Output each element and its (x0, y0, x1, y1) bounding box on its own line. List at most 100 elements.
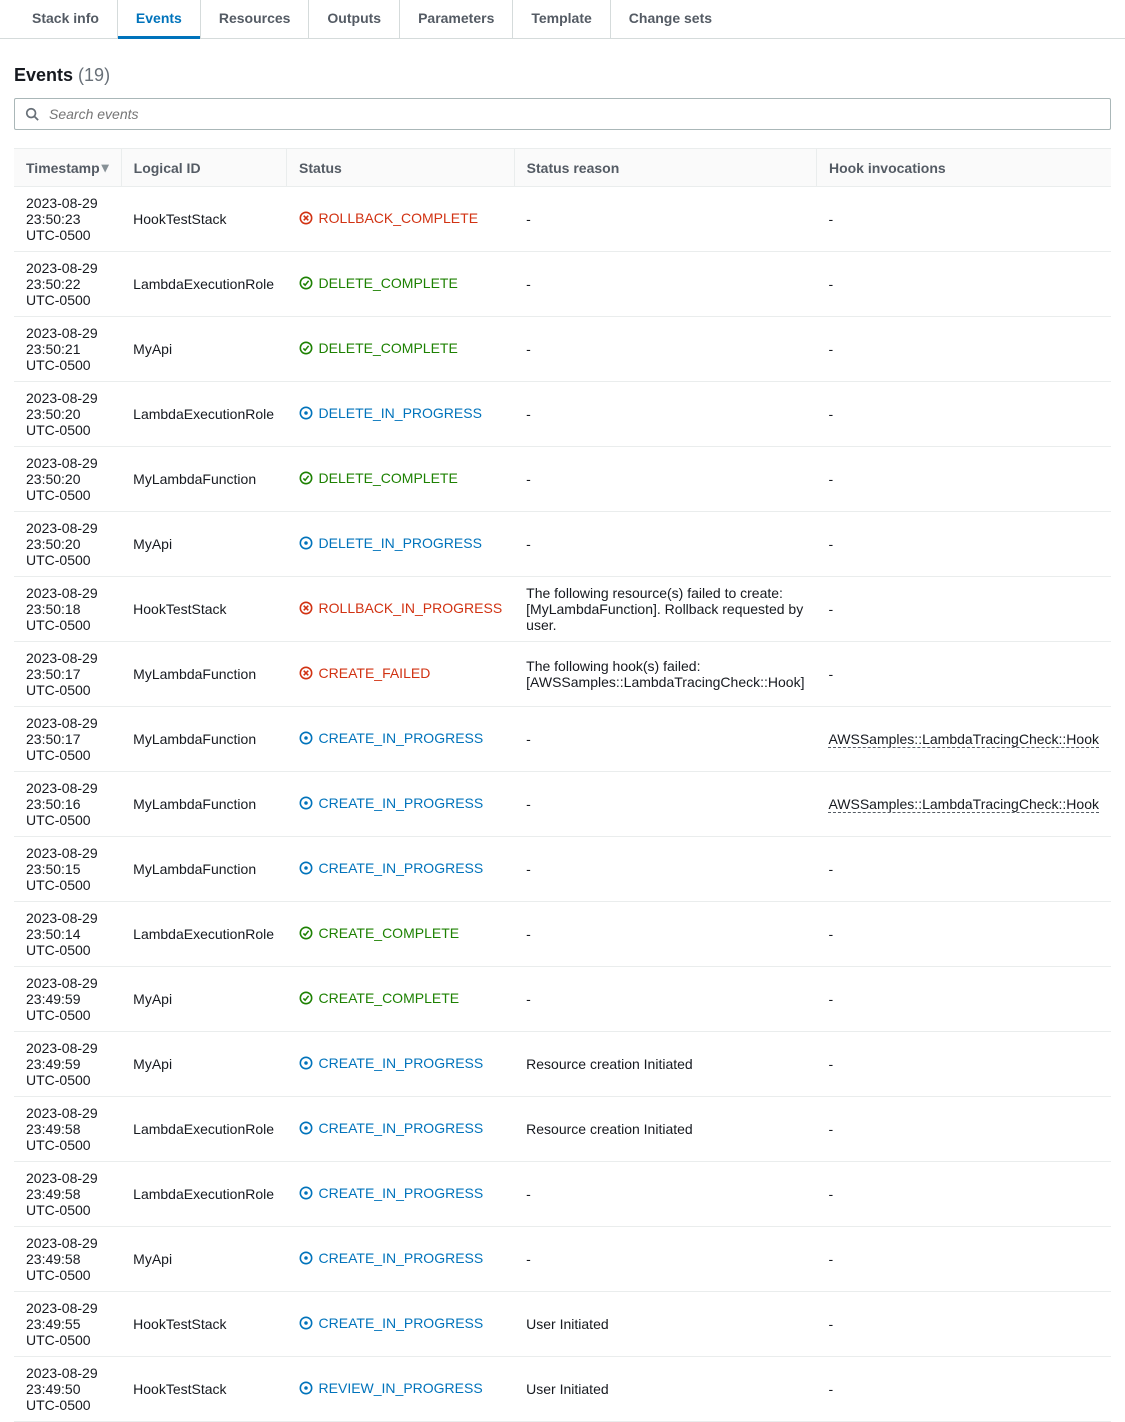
status-text: ROLLBACK_COMPLETE (319, 210, 479, 226)
status-badge: CREATE_IN_PROGRESS (299, 1120, 484, 1136)
progress-icon (299, 796, 313, 810)
col-header-status[interactable]: Status (287, 149, 515, 187)
cell-timestamp: 2023-08-29 23:49:59 UTC-0500 (14, 1032, 121, 1097)
table-row: 2023-08-29 23:50:20 UTC-0500MyApiDELETE_… (14, 512, 1111, 577)
status-text: REVIEW_IN_PROGRESS (319, 1380, 483, 1396)
cell-timestamp: 2023-08-29 23:49:59 UTC-0500 (14, 967, 121, 1032)
status-badge: DELETE_IN_PROGRESS (299, 535, 482, 551)
cell-status-reason: The following resource(s) failed to crea… (514, 577, 816, 642)
status-badge: CREATE_IN_PROGRESS (299, 1185, 484, 1201)
progress-icon (299, 1121, 313, 1135)
status-badge: CREATE_IN_PROGRESS (299, 1055, 484, 1071)
success-icon (299, 341, 313, 355)
progress-icon (299, 1381, 313, 1395)
status-badge: CREATE_IN_PROGRESS (299, 795, 484, 811)
tab-resources[interactable]: Resources (201, 0, 310, 38)
tab-outputs[interactable]: Outputs (309, 0, 400, 38)
status-badge: DELETE_COMPLETE (299, 340, 458, 356)
table-row: 2023-08-29 23:50:15 UTC-0500MyLambdaFunc… (14, 837, 1111, 902)
table-row: 2023-08-29 23:49:59 UTC-0500MyApiCREATE_… (14, 967, 1111, 1032)
cell-status-reason: - (514, 382, 816, 447)
cell-timestamp: 2023-08-29 23:49:58 UTC-0500 (14, 1097, 121, 1162)
tab-template[interactable]: Template (513, 0, 610, 38)
cell-status: CREATE_IN_PROGRESS (287, 1162, 515, 1227)
events-table: Timestamp ▾ Logical ID Status Status rea… (14, 148, 1111, 1422)
progress-icon (299, 731, 313, 745)
cell-logical-id: MyLambdaFunction (121, 772, 286, 837)
col-header-hooks[interactable]: Hook invocations (816, 149, 1111, 187)
panel-title-text: Events (14, 65, 73, 85)
status-badge: CREATE_IN_PROGRESS (299, 1315, 484, 1331)
status-badge: DELETE_COMPLETE (299, 275, 458, 291)
cell-status-reason: - (514, 772, 816, 837)
cell-status-reason: Resource creation Initiated (514, 1032, 816, 1097)
status-text: CREATE_IN_PROGRESS (319, 1250, 484, 1266)
progress-icon (299, 1251, 313, 1265)
cell-hook: - (816, 447, 1111, 512)
col-header-logical-id[interactable]: Logical ID (121, 149, 286, 187)
table-row: 2023-08-29 23:49:50 UTC-0500HookTestStac… (14, 1357, 1111, 1422)
progress-icon (299, 1316, 313, 1330)
table-row: 2023-08-29 23:50:22 UTC-0500LambdaExecut… (14, 252, 1111, 317)
cell-hook: - (816, 837, 1111, 902)
hook-link[interactable]: AWSSamples::LambdaTracingCheck::Hook (828, 731, 1099, 748)
table-header-row: Timestamp ▾ Logical ID Status Status rea… (14, 149, 1111, 187)
cell-hook: - (816, 382, 1111, 447)
tab-change-sets[interactable]: Change sets (611, 0, 730, 38)
panel-title: Events (19) (14, 65, 1111, 86)
cell-hook: - (816, 1162, 1111, 1227)
hook-link[interactable]: AWSSamples::LambdaTracingCheck::Hook (828, 796, 1099, 813)
status-badge: DELETE_IN_PROGRESS (299, 405, 482, 421)
status-badge: ROLLBACK_IN_PROGRESS (299, 600, 503, 616)
cell-logical-id: HookTestStack (121, 187, 286, 252)
cell-status: DELETE_COMPLETE (287, 317, 515, 382)
cell-hook: - (816, 512, 1111, 577)
cell-status: ROLLBACK_COMPLETE (287, 187, 515, 252)
cell-logical-id: HookTestStack (121, 577, 286, 642)
cell-timestamp: 2023-08-29 23:50:18 UTC-0500 (14, 577, 121, 642)
col-header-status-reason[interactable]: Status reason (514, 149, 816, 187)
cell-status-reason: User Initiated (514, 1292, 816, 1357)
tab-events[interactable]: Events (118, 0, 201, 38)
cell-logical-id: LambdaExecutionRole (121, 382, 286, 447)
cell-logical-id: HookTestStack (121, 1357, 286, 1422)
sort-desc-icon[interactable]: ▾ (102, 159, 109, 176)
cell-hook: - (816, 317, 1111, 382)
cell-status-reason: - (514, 902, 816, 967)
status-text: CREATE_COMPLETE (319, 990, 460, 1006)
tab-parameters[interactable]: Parameters (400, 0, 513, 38)
status-badge: CREATE_IN_PROGRESS (299, 1250, 484, 1266)
cell-hook: - (816, 1032, 1111, 1097)
table-row: 2023-08-29 23:49:58 UTC-0500LambdaExecut… (14, 1162, 1111, 1227)
search-input[interactable] (47, 105, 1100, 123)
cell-hook: - (816, 252, 1111, 317)
table-row: 2023-08-29 23:50:14 UTC-0500LambdaExecut… (14, 902, 1111, 967)
status-text: CREATE_IN_PROGRESS (319, 1185, 484, 1201)
cell-status: CREATE_IN_PROGRESS (287, 1292, 515, 1357)
events-panel: Events (19) Timestamp ▾ Logical ID Statu… (0, 39, 1125, 1422)
cell-logical-id: MyApi (121, 1227, 286, 1292)
cell-status: CREATE_IN_PROGRESS (287, 1227, 515, 1292)
cell-status-reason: - (514, 967, 816, 1032)
cell-status-reason: User Initiated (514, 1357, 816, 1422)
search-container[interactable] (14, 98, 1111, 130)
success-icon (299, 471, 313, 485)
status-text: CREATE_IN_PROGRESS (319, 860, 484, 876)
cell-status: DELETE_IN_PROGRESS (287, 512, 515, 577)
col-header-timestamp-label: Timestamp (26, 160, 100, 176)
success-icon (299, 926, 313, 940)
cell-status: ROLLBACK_IN_PROGRESS (287, 577, 515, 642)
cell-hook: - (816, 187, 1111, 252)
tab-stack-info[interactable]: Stack info (14, 0, 118, 38)
cell-timestamp: 2023-08-29 23:50:20 UTC-0500 (14, 447, 121, 512)
cell-timestamp: 2023-08-29 23:50:17 UTC-0500 (14, 642, 121, 707)
table-row: 2023-08-29 23:49:58 UTC-0500LambdaExecut… (14, 1097, 1111, 1162)
cell-logical-id: MyLambdaFunction (121, 447, 286, 512)
table-row: 2023-08-29 23:50:16 UTC-0500MyLambdaFunc… (14, 772, 1111, 837)
table-row: 2023-08-29 23:50:18 UTC-0500HookTestStac… (14, 577, 1111, 642)
cell-hook: - (816, 1227, 1111, 1292)
status-badge: CREATE_COMPLETE (299, 925, 460, 941)
col-header-timestamp[interactable]: Timestamp ▾ (14, 149, 121, 187)
cell-status-reason: - (514, 187, 816, 252)
cell-logical-id: MyLambdaFunction (121, 642, 286, 707)
